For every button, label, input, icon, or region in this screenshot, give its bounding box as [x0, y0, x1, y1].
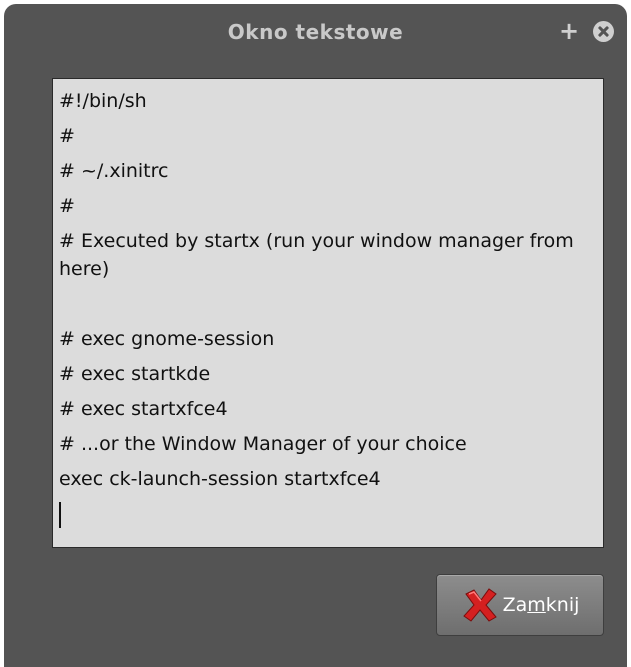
- text-line: exec ck-launch-session startxfce4: [59, 468, 381, 490]
- text-area[interactable]: #!/bin/sh # # ~/.xinitrc # # Executed by…: [52, 78, 604, 548]
- close-button[interactable]: Zamknij: [436, 574, 604, 636]
- text-cursor-line: [59, 500, 597, 528]
- text-window: Okno tekstowe + #!/bin/sh # # ~/.xinitrc…: [4, 4, 627, 667]
- close-window-button[interactable]: [590, 18, 616, 44]
- close-circle-icon: [592, 20, 614, 42]
- maximize-icon[interactable]: +: [556, 17, 582, 45]
- text-line: #!/bin/sh: [59, 90, 147, 112]
- text-line: # ~/.xinitrc: [59, 160, 169, 182]
- text-line: #: [59, 125, 75, 147]
- text-line: # exec startxfce4: [59, 398, 228, 420]
- close-button-label: Zamknij: [502, 594, 580, 616]
- text-line: # exec gnome-session: [59, 328, 275, 350]
- text-line: # ...or the Window Manager of your choic…: [59, 433, 467, 455]
- text-line: # Executed by startx (run your window ma…: [59, 230, 580, 280]
- title-bar[interactable]: Okno tekstowe +: [4, 4, 627, 60]
- text-line: #: [59, 195, 75, 217]
- red-x-icon: [462, 588, 497, 622]
- text-line: # exec startkde: [59, 363, 211, 385]
- text-line: [59, 290, 597, 318]
- window-title: Okno tekstowe: [227, 20, 404, 44]
- text-cursor: [59, 501, 61, 528]
